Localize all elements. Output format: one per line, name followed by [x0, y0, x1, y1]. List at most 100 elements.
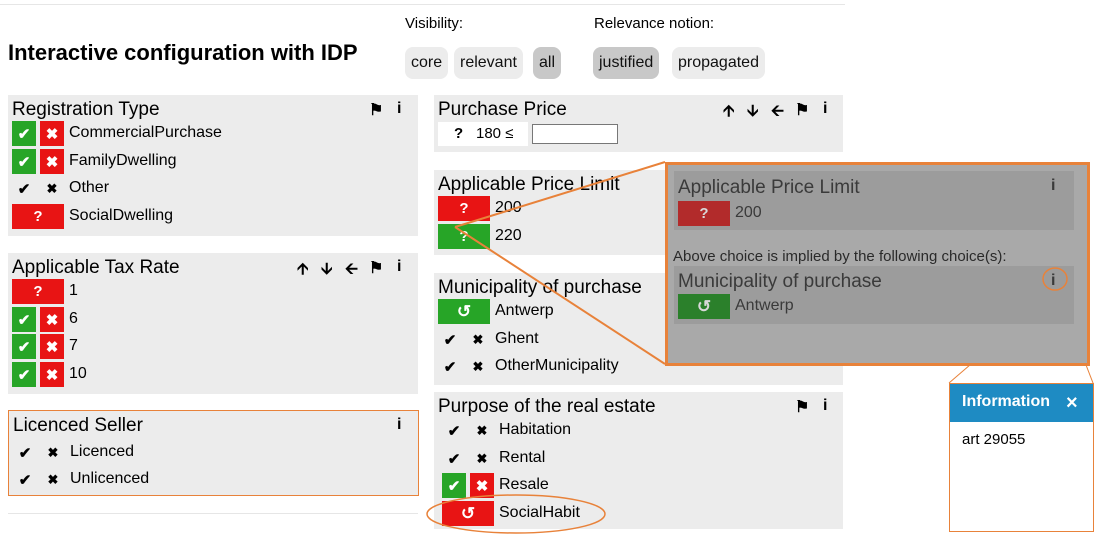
check-icon[interactable]: ✔: [12, 176, 36, 201]
panel-title: Applicable Tax Rate: [12, 257, 180, 278]
cross-icon[interactable]: ✖: [41, 467, 65, 492]
check-icon[interactable]: ✔: [13, 440, 37, 465]
option-label: Other: [69, 179, 110, 196]
option-label: SocialDwelling: [69, 207, 174, 224]
close-icon[interactable]: ×: [1066, 392, 1078, 415]
info-icon[interactable]: i: [397, 100, 401, 118]
question-icon[interactable]: ?: [438, 224, 490, 249]
constraint-label: 180 ≤: [476, 125, 514, 142]
question-icon[interactable]: ?: [438, 196, 490, 221]
cross-icon[interactable]: ✖: [41, 440, 65, 465]
check-icon[interactable]: ✔: [13, 467, 37, 492]
flag-icon[interactable]: ⚑: [369, 100, 383, 120]
cross-icon[interactable]: ✖: [470, 473, 494, 498]
page-title: Interactive configuration with IDP: [8, 40, 358, 65]
check-icon[interactable]: ✔: [12, 121, 36, 146]
check-icon[interactable]: ✔: [12, 307, 36, 332]
check-icon[interactable]: ✔: [442, 418, 466, 443]
cross-icon[interactable]: ✖: [470, 418, 494, 443]
panel-title: Purpose of the real estate: [438, 396, 656, 417]
panel-title: Registration Type: [12, 99, 160, 120]
arrow-left-icon[interactable]: 🡨: [345, 258, 358, 285]
cross-icon[interactable]: ✖: [40, 334, 64, 359]
visibility-all-button[interactable]: all: [533, 47, 562, 79]
source-title: Municipality of purchase: [678, 271, 882, 292]
popup-header: Information ×: [950, 384, 1093, 422]
info-icon[interactable]: i: [1051, 272, 1055, 290]
flag-icon[interactable]: ⚑: [369, 258, 383, 278]
check-icon[interactable]: ✔: [442, 473, 466, 498]
option-label: 200: [495, 199, 522, 216]
check-icon[interactable]: ✔: [442, 446, 466, 471]
option-label: 7: [69, 337, 78, 354]
question-icon[interactable]: ?: [12, 204, 64, 229]
option-label: Resale: [499, 476, 549, 493]
option-label: Licenced: [70, 443, 135, 460]
flag-icon[interactable]: ⚑: [795, 397, 809, 417]
visibility-label: Visibility:: [405, 15, 464, 32]
question-icon[interactable]: ?: [454, 125, 463, 142]
flag-icon[interactable]: ⚑: [795, 100, 809, 120]
check-icon[interactable]: ✔: [12, 334, 36, 359]
info-icon[interactable]: i: [397, 258, 401, 276]
cross-icon[interactable]: ✖: [466, 327, 490, 352]
panel-title: Licenced Seller: [13, 415, 143, 436]
question-icon[interactable]: ?: [12, 279, 64, 304]
info-icon[interactable]: i: [1051, 177, 1055, 195]
relevance-justified-button[interactable]: justified: [593, 47, 660, 79]
cross-icon[interactable]: ✖: [40, 149, 64, 174]
arrow-up-icon[interactable]: 🡩: [723, 100, 735, 127]
relevance-propagated-button[interactable]: propagated: [672, 47, 765, 79]
cross-icon[interactable]: ✖: [40, 362, 64, 387]
visibility-core-button[interactable]: core: [405, 47, 449, 79]
option-label: 10: [69, 365, 87, 382]
undo-icon: ↺: [678, 294, 730, 319]
explanation-title: Applicable Price Limit: [678, 177, 860, 198]
information-popup: Information × art 29055: [949, 383, 1094, 532]
option-label: FamilyDwelling: [69, 152, 177, 169]
arrow-left-icon[interactable]: 🡨: [771, 100, 784, 127]
explanation-source: Municipality of purchase i ↺ Antwerp: [674, 266, 1074, 324]
cross-icon[interactable]: ✖: [40, 176, 64, 201]
cross-icon[interactable]: ✖: [40, 121, 64, 146]
constraint-box: ? 180 ≤: [438, 122, 528, 146]
popup-title: Information: [962, 393, 1050, 410]
relevance-label: Relevance notion:: [594, 15, 715, 32]
panel-purpose: Purpose of the real estate ⚑ i ✔ ✖ Habit…: [434, 392, 843, 529]
option-label: Antwerp: [495, 302, 554, 319]
option-label: Rental: [499, 449, 546, 466]
implied-text: Above choice is implied by the following…: [673, 248, 1007, 265]
check-icon[interactable]: ✔: [438, 327, 462, 352]
panel-licenced-seller: Licenced Seller i ✔ ✖ Licenced ✔ ✖ Unlic…: [8, 410, 419, 496]
check-icon[interactable]: ✔: [12, 362, 36, 387]
option-label: 1: [69, 282, 78, 299]
cross-icon[interactable]: ✖: [466, 354, 490, 379]
option-label: 220: [495, 227, 522, 244]
info-icon[interactable]: i: [823, 397, 827, 415]
panel-registration-type: Registration Type ⚑ i ✔ ✖ CommercialPurc…: [8, 95, 418, 236]
explanation-target: Applicable Price Limit i ? 200: [674, 171, 1074, 230]
cross-icon[interactable]: ✖: [470, 446, 494, 471]
undo-icon[interactable]: ↺: [442, 501, 494, 526]
explanation-overlay: Applicable Price Limit i ? 200 Above cho…: [665, 162, 1090, 366]
popup-content: art 29055: [962, 431, 1026, 448]
check-icon[interactable]: ✔: [12, 149, 36, 174]
undo-icon[interactable]: ↺: [438, 299, 490, 324]
arrow-down-icon[interactable]: 🡫: [747, 100, 759, 127]
arrow-up-icon[interactable]: 🡩: [297, 258, 309, 285]
top-divider: [0, 4, 845, 5]
info-icon[interactable]: i: [397, 416, 401, 434]
panel-title: Applicable Price Limit: [438, 174, 620, 195]
info-icon[interactable]: i: [823, 100, 827, 118]
option-label: Habitation: [499, 421, 572, 438]
panel-tax-rate: Applicable Tax Rate 🡩 🡫 🡨 ⚑ i ? 1 ✔ ✖ 6 …: [8, 253, 418, 394]
option-label: OtherMunicipality: [495, 357, 619, 374]
option-label: Unlicenced: [70, 470, 150, 487]
cross-icon[interactable]: ✖: [40, 307, 64, 332]
bottom-divider: [8, 513, 418, 514]
purchase-price-input[interactable]: [532, 124, 618, 144]
check-icon[interactable]: ✔: [438, 354, 462, 379]
option-label: 6: [69, 310, 78, 327]
arrow-down-icon[interactable]: 🡫: [321, 258, 333, 285]
visibility-relevant-button[interactable]: relevant: [454, 47, 523, 79]
